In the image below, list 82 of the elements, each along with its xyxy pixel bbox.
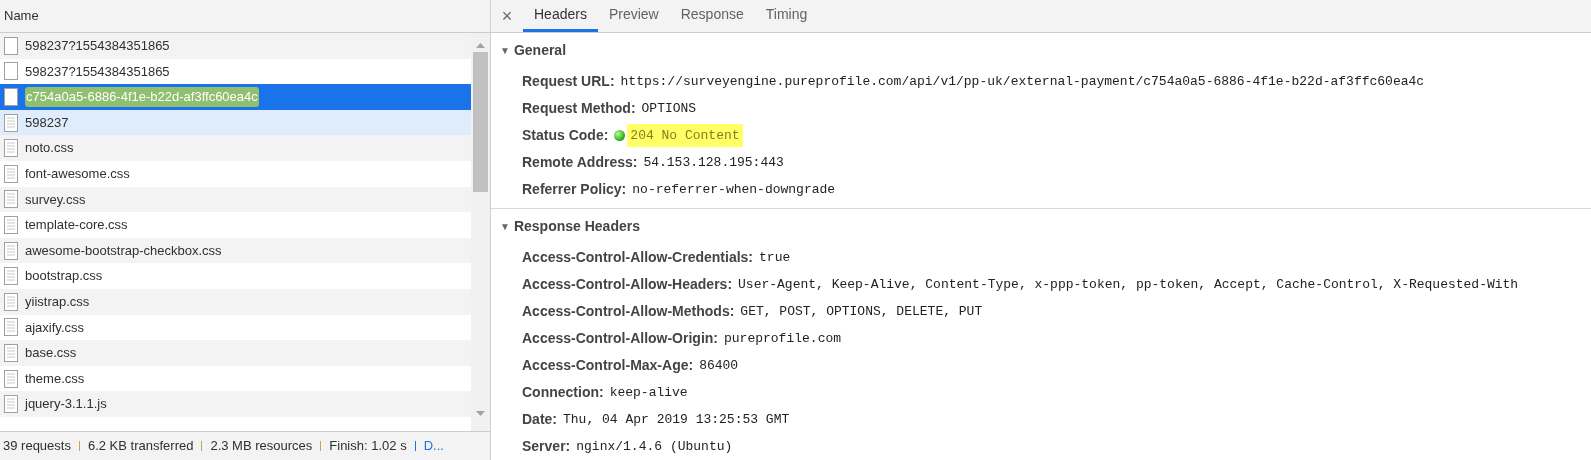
request-row[interactable]: survey.css: [0, 186, 471, 213]
header-value: GET, POST, OPTIONS, DELETE, PUT: [740, 302, 983, 321]
status-link[interactable]: D...: [423, 436, 444, 456]
blank-file-icon: [4, 62, 18, 81]
request-name: awesome-bootstrap-checkbox.css: [25, 241, 222, 260]
header-value: 86400: [699, 356, 739, 375]
header-name: Access-Control-Max-Age:: [522, 356, 694, 375]
document-icon: [4, 292, 18, 311]
document-icon: [4, 318, 18, 337]
request-name: bootstrap.css: [25, 267, 103, 286]
header-value: pureprofile.com: [724, 329, 842, 348]
header-name: Connection:: [522, 383, 604, 402]
header-value: 54.153.128.195:443: [643, 153, 784, 172]
request-name: ajaxify.css: [25, 318, 84, 337]
document-icon: [4, 190, 18, 209]
close-button[interactable]: ×: [491, 0, 523, 32]
blank-file-icon: [4, 36, 18, 55]
header-name: Server:: [522, 437, 571, 456]
tab[interactable]: Timing: [754, 0, 819, 32]
header-value: User-Agent, Keep-Alive, Content-Type, x-ppp-token, pp-token, Accept, Cache-Control, X-Requested-With: [738, 275, 1519, 294]
header-name: Access-Control-Allow-Origin:: [522, 329, 718, 348]
status-text: 6.2 KB transferred: [87, 437, 194, 456]
scroll-up-icon[interactable]: [476, 43, 485, 48]
status-text: Finish: 1.02 s: [329, 437, 407, 456]
header-value: keep-alive: [609, 383, 688, 402]
request-row[interactable]: base.css: [0, 340, 471, 366]
header-name: Date:: [522, 410, 557, 429]
document-icon: [4, 164, 18, 183]
header-value: 204 No Content: [627, 123, 743, 148]
tab[interactable]: Preview: [597, 0, 670, 32]
request-row[interactable]: 598237: [0, 109, 471, 136]
request-row[interactable]: yiistrap.css: [0, 288, 471, 315]
document-icon: [4, 369, 18, 388]
request-name: c754a0a5-6886-4f1e-b22d-af3ffc60ea4c: [25, 87, 259, 107]
blank-file-icon: [4, 88, 18, 106]
status-text: 2.3 MB resources: [210, 437, 313, 456]
tab[interactable]: Response: [669, 0, 755, 32]
document-icon: [4, 343, 18, 362]
header-value: nginx/1.4.6 (Ubuntu): [576, 437, 733, 456]
header-name: Access-Control-Allow-Methods:: [522, 302, 735, 321]
column-header[interactable]: Name: [0, 0, 490, 33]
request-row[interactable]: jquery-3.1.1.js: [0, 391, 471, 417]
scrollbar-thumb[interactable]: [473, 52, 488, 192]
header-name: Status Code:: [522, 126, 609, 145]
request-name: base.css: [25, 344, 77, 363]
request-name: font-awesome.css: [25, 165, 130, 183]
document-icon: [4, 241, 18, 260]
document-icon: [4, 395, 18, 414]
header-value: no-referrer-when-downgrade: [632, 180, 836, 199]
request-name: theme.css: [25, 369, 85, 388]
header-name: Request URL:: [522, 72, 615, 91]
request-name: yiistrap.css: [25, 293, 90, 311]
request-row[interactable]: noto.css: [0, 135, 471, 161]
request-name: 598237?1554384351865: [25, 62, 170, 81]
request-name: survey.css: [25, 190, 86, 209]
document-icon: [4, 267, 18, 286]
header-name: Remote Address:: [522, 153, 638, 172]
tab[interactable]: Headers: [523, 0, 598, 32]
document-icon: [4, 113, 18, 132]
header-value: true: [759, 248, 791, 267]
header-value: Thu, 04 Apr 2019 13:25:53 GMT: [563, 410, 790, 429]
header-name: Access-Control-Allow-Headers:: [522, 275, 733, 294]
section-header[interactable]: ▼ General: [491, 33, 1591, 68]
document-icon: [4, 215, 18, 234]
request-name: template-core.css: [25, 216, 128, 235]
status-text: 39 requests: [3, 437, 71, 456]
header-value: https://surveyengine.pureprofile.com/api/v1/pp-uk/external-payment/c754a0a5-6886-4f1e-b22d-af3ffc60ea4c: [620, 72, 1425, 91]
header-name: Referrer Policy:: [522, 180, 627, 199]
scroll-down-icon[interactable]: [476, 411, 485, 416]
header-name: Request Method:: [522, 99, 636, 118]
status-dot-icon: [614, 130, 626, 141]
request-name: 598237?1554384351865: [25, 37, 170, 56]
header-name: Access-Control-Allow-Credentials:: [522, 248, 754, 267]
request-row[interactable]: 598237?1554384351865: [0, 33, 471, 59]
section-header[interactable]: ▼ Response Headers: [491, 209, 1591, 244]
request-row[interactable]: awesome-bootstrap-checkbox.css: [0, 237, 471, 264]
request-name: 598237: [25, 113, 69, 132]
header-value: OPTIONS: [641, 99, 697, 118]
request-name: noto.css: [25, 139, 74, 158]
scrollbar[interactable]: [471, 33, 490, 431]
document-icon: [4, 139, 18, 158]
request-name: jquery-3.1.1.js: [25, 395, 107, 414]
